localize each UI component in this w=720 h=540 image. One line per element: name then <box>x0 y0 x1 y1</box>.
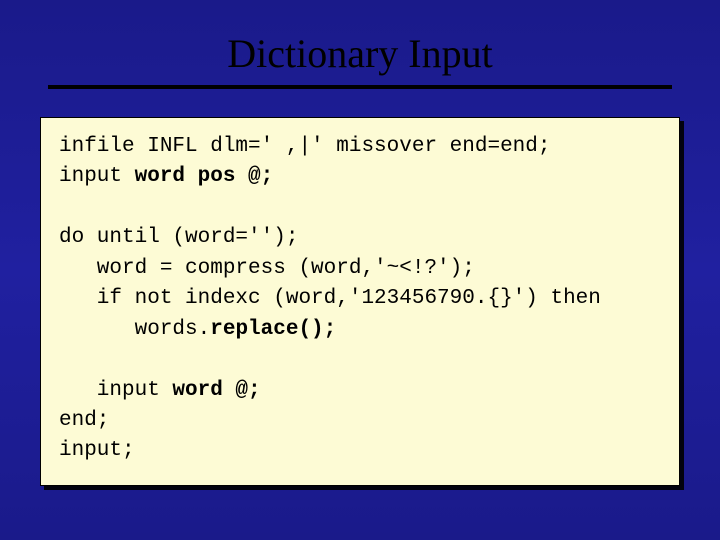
code-line-9: input; <box>59 439 135 462</box>
code-line-2b: word pos @; <box>135 165 274 188</box>
code-line-6a: words. <box>59 318 210 341</box>
code-line-7b: word @; <box>172 379 260 402</box>
code-blank-2 <box>59 345 661 375</box>
code-line-7a: input <box>59 379 172 402</box>
code-line-2a: input <box>59 165 135 188</box>
code-line-6b: replace(); <box>210 318 336 341</box>
slide: Dictionary Input infile INFL dlm=' ,|' m… <box>0 0 720 540</box>
code-line-4: word = compress (word,'~<!?'); <box>59 257 475 280</box>
title-rule <box>48 85 672 89</box>
code-line-1: infile INFL dlm=' ,|' missover end=end; <box>59 135 550 158</box>
code-line-3: do until (word=''); <box>59 226 298 249</box>
code-block: infile INFL dlm=' ,|' missover end=end; … <box>40 117 680 486</box>
code-blank-1 <box>59 193 661 223</box>
slide-title: Dictionary Input <box>40 30 680 77</box>
code-line-8: end; <box>59 409 109 432</box>
code-line-5: if not indexc (word,'123456790.{}') then <box>59 287 601 310</box>
